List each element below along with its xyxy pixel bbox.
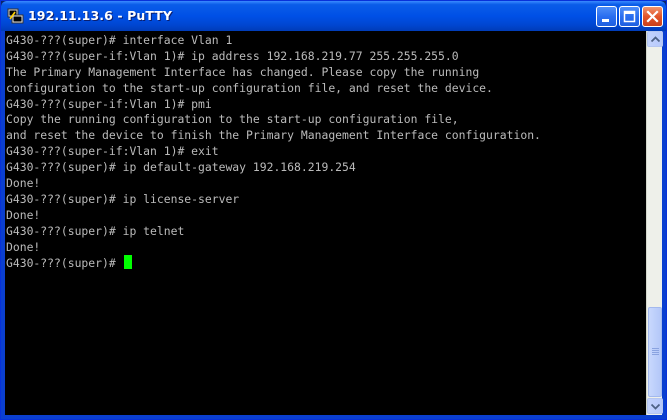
maximize-icon [623,10,636,23]
arrow-down-icon [651,403,660,410]
terminal-screen[interactable]: G430-???(super)# interface Vlan 1 G430-?… [5,31,646,415]
terminal-prompt-line[interactable]: G430-???(super)# [6,255,646,271]
thumb-grip [652,348,659,349]
terminal-line: G430-???(super-if:Vlan 1)# ip address 19… [6,48,459,63]
terminal-line: Done! [6,207,41,222]
terminal-line: and reset the device to finish the Prima… [6,128,541,143]
scroll-thumb[interactable] [648,307,662,397]
scroll-down-button[interactable] [647,398,663,414]
arrow-up-icon [651,36,660,43]
terminal-prompt: G430-???(super)# [6,256,123,271]
minimize-button[interactable] [596,6,617,27]
scroll-up-button[interactable] [647,31,663,47]
terminal-line: The Primary Management Interface has cha… [6,64,480,79]
window-frame-right [662,31,666,419]
terminal-line: G430-???(super)# ip license-server [6,191,240,206]
putty-icon[interactable] [7,8,24,24]
terminal-line: G430-???(super-if:Vlan 1)# exit [6,144,219,159]
terminal-line: G430-???(super-if:Vlan 1)# pmi [6,96,212,111]
close-button[interactable] [642,6,663,27]
thumb-grip [652,352,659,353]
terminal-line: Done! [6,176,41,191]
terminal-line: configuration to the start-up configurat… [6,80,493,95]
vertical-scrollbar[interactable] [646,31,663,415]
window-frame-bottom [1,415,666,419]
close-icon [646,10,659,23]
terminal-line: Copy the running configuration to the st… [6,112,459,127]
terminal-line: Done! [6,239,41,254]
terminal-line: G430-???(super)# ip default-gateway 192.… [6,160,356,175]
putty-window: 192.11.13.6 - PuTTY G430-???(super)# int… [0,0,667,420]
thumb-grip [652,354,659,355]
thumb-grip [652,350,659,351]
title-bar[interactable]: 192.11.13.6 - PuTTY [1,1,666,31]
text-cursor [123,255,132,270]
maximize-button[interactable] [619,6,640,27]
terminal-line: G430-???(super)# interface Vlan 1 [6,33,233,47]
minimize-icon [602,19,609,22]
terminal-line: G430-???(super)# ip telnet [6,223,185,238]
window-title: 192.11.13.6 - PuTTY [28,8,173,23]
